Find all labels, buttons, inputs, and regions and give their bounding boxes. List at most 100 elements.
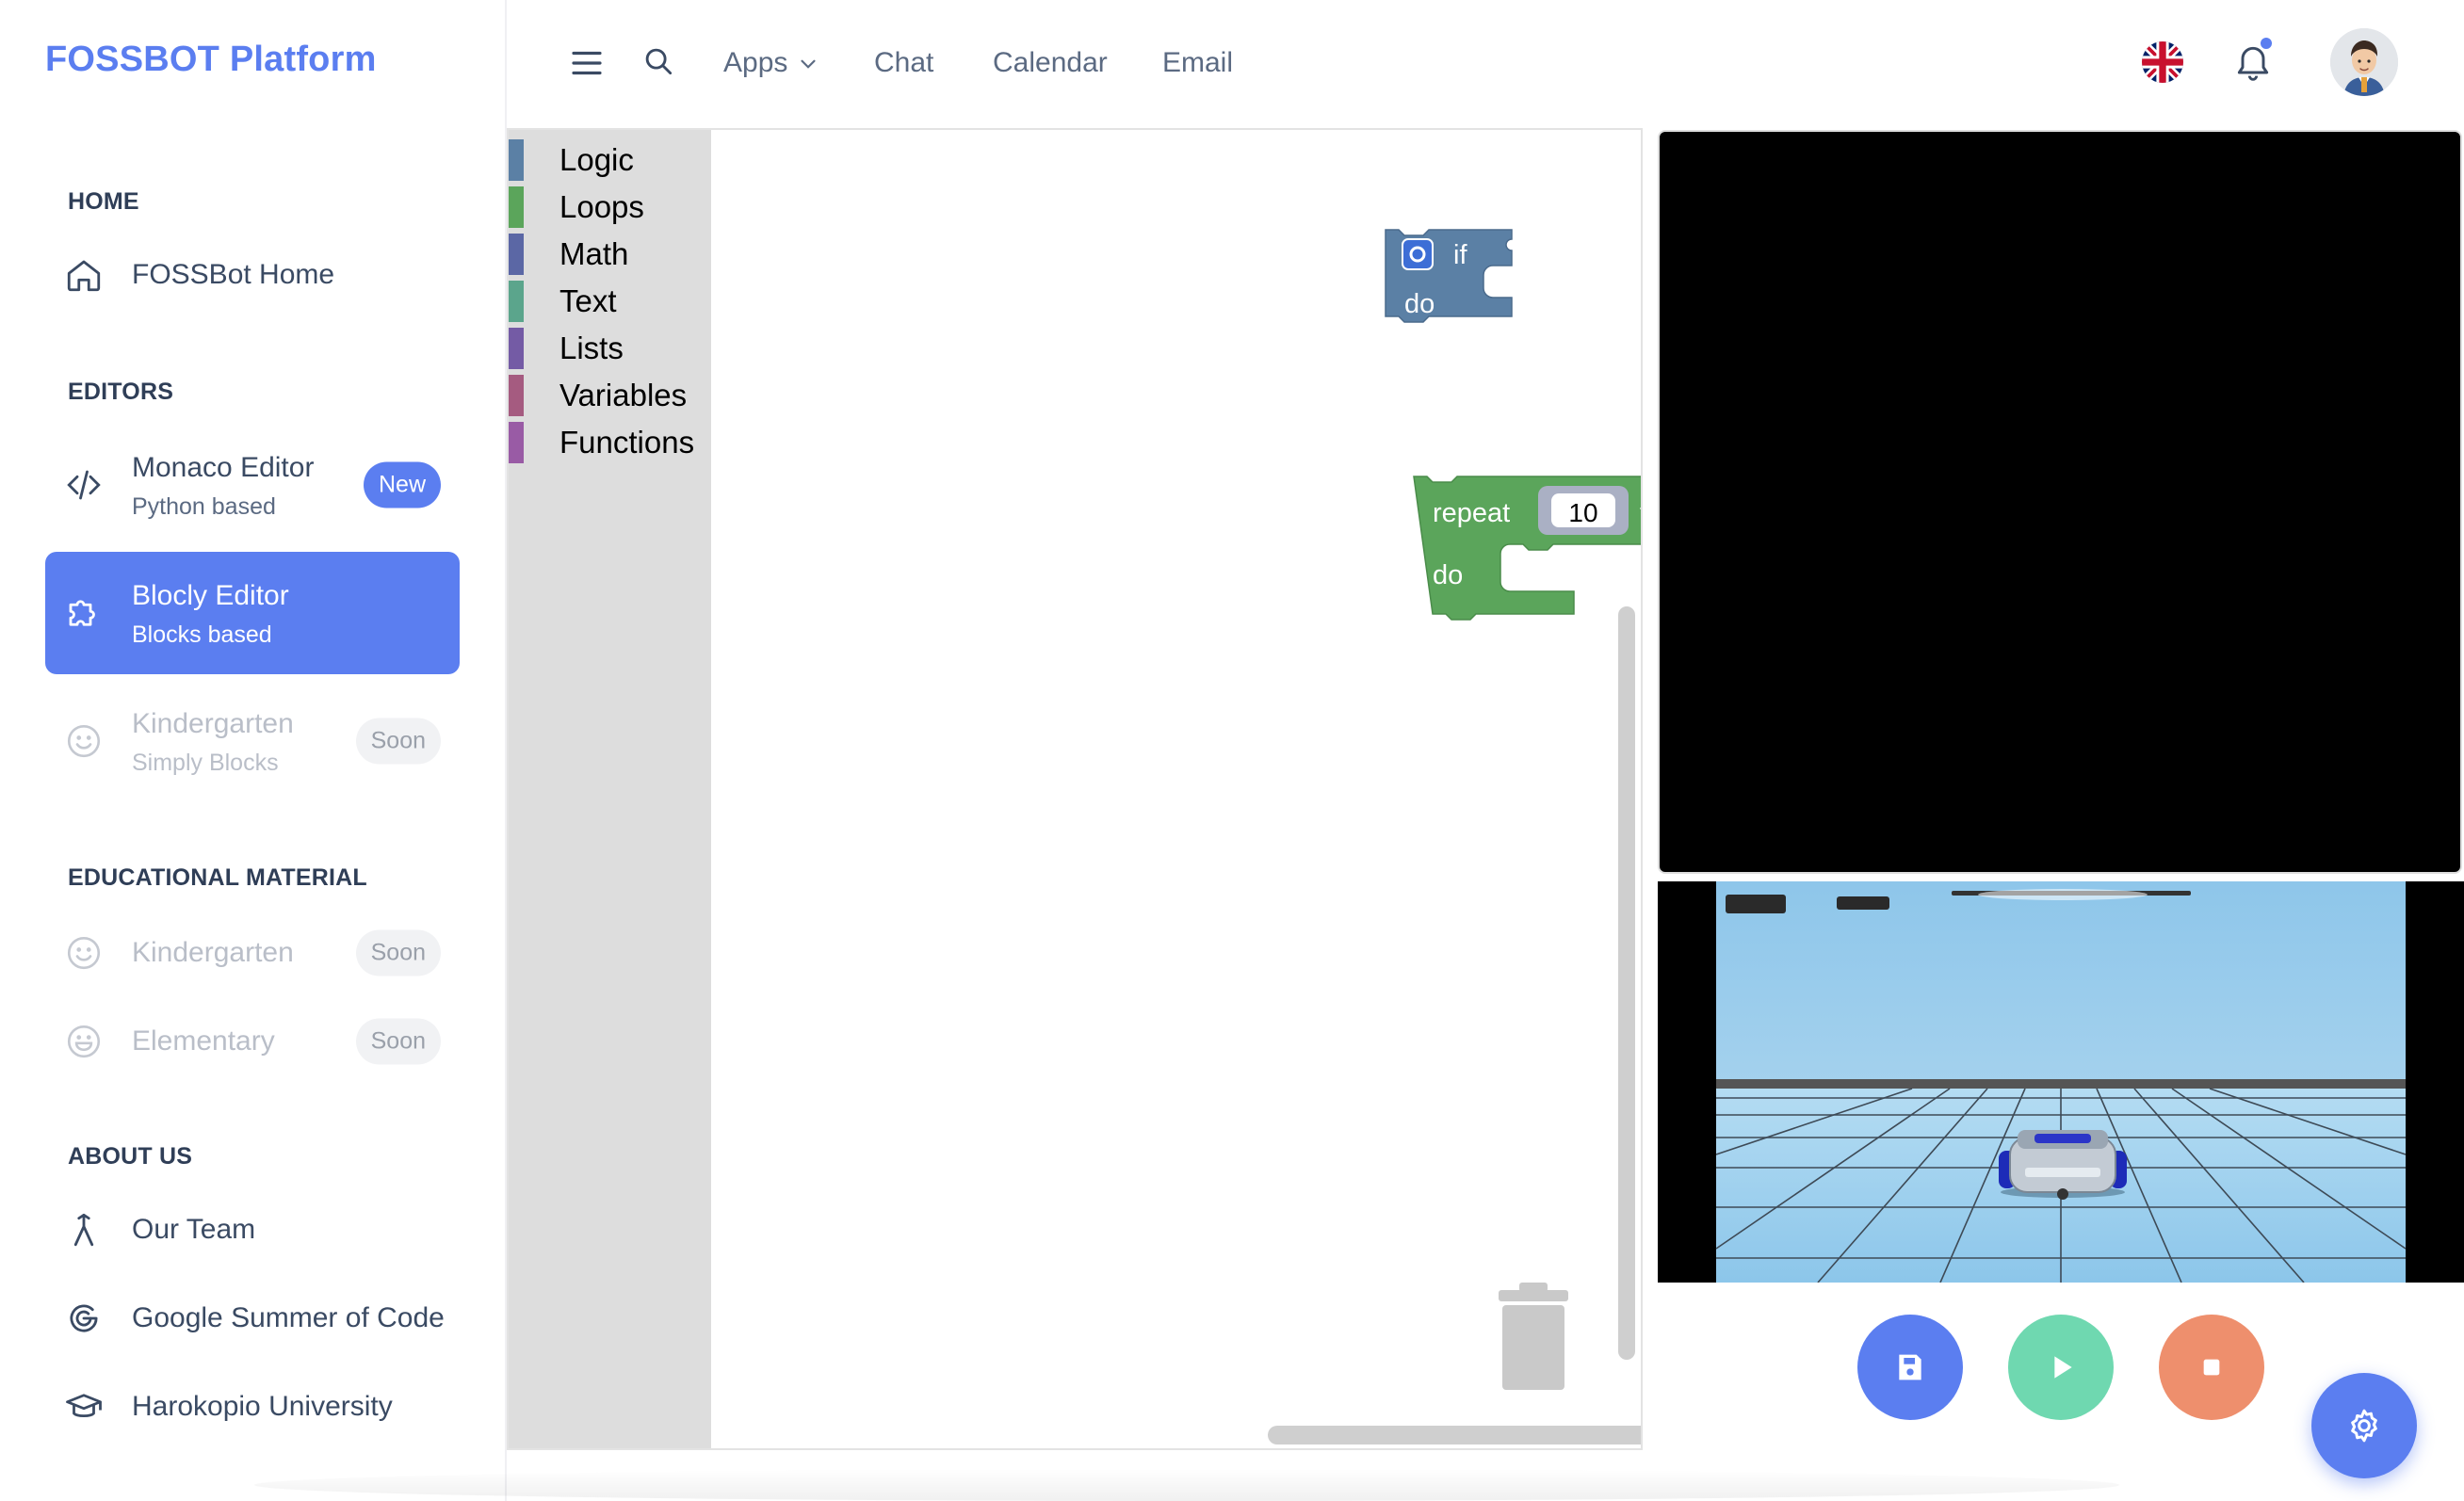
category-label: Logic bbox=[559, 142, 634, 177]
smile-icon bbox=[64, 933, 104, 973]
settings-button[interactable] bbox=[2311, 1373, 2417, 1478]
blockly-workspace[interactable]: if do repeat 10 times do bbox=[711, 130, 1641, 1448]
search-icon[interactable] bbox=[640, 43, 680, 83]
bottom-shadow bbox=[254, 1469, 2119, 1501]
sidebar-item-label: Our Team bbox=[132, 1214, 256, 1245]
menu-icon[interactable] bbox=[567, 43, 607, 83]
chat-link[interactable]: Chat bbox=[874, 47, 933, 79]
repeat-count-field[interactable]: 10 bbox=[1568, 498, 1597, 527]
if-block[interactable]: if do bbox=[1385, 229, 1513, 323]
soon-badge: Soon bbox=[355, 1018, 441, 1065]
puzzle-icon bbox=[64, 593, 104, 633]
home-icon bbox=[64, 255, 104, 295]
soon-badge: Soon bbox=[355, 929, 441, 976]
blockly-editor: Logic Loops Math Text Lists Variables Fu… bbox=[507, 128, 1643, 1450]
category-lists[interactable]: Lists bbox=[509, 328, 624, 369]
save-icon bbox=[1899, 1354, 1921, 1380]
calendar-link[interactable]: Calendar bbox=[993, 47, 1108, 79]
sidebar-item-sublabel: Python based bbox=[132, 493, 276, 520]
sidebar-item-elementary-material: Elementary Soon bbox=[45, 1004, 460, 1079]
repeat-label: repeat bbox=[1433, 498, 1510, 528]
uk-flag-icon[interactable] bbox=[2142, 41, 2183, 83]
do-label: do bbox=[1404, 289, 1435, 319]
category-color-bar bbox=[509, 281, 524, 322]
sidebar-item-blockly-editor[interactable]: Blocly Editor Blocks based bbox=[45, 552, 460, 674]
sidebar-item-label: Elementary bbox=[132, 1025, 275, 1057]
bell-icon[interactable] bbox=[2232, 36, 2274, 83]
google-icon bbox=[64, 1299, 104, 1338]
category-math[interactable]: Math bbox=[509, 234, 628, 275]
do-label: do bbox=[1433, 560, 1463, 590]
camera-view bbox=[1658, 130, 2462, 874]
sidebar-item-label: Kindergarten bbox=[132, 937, 294, 968]
section-home: HOME bbox=[68, 188, 139, 215]
category-label: Loops bbox=[559, 189, 644, 224]
sidebar-item-monaco-editor[interactable]: Monaco Editor Python based New bbox=[45, 424, 460, 546]
trash-icon[interactable] bbox=[1491, 1281, 1576, 1392]
category-label: Lists bbox=[559, 331, 624, 365]
sidebar-item-label: FOSSBot Home bbox=[132, 259, 335, 290]
apps-menu[interactable]: Apps bbox=[723, 47, 820, 79]
sidebar-item-fossbot-home[interactable]: FOSSBot Home bbox=[45, 237, 460, 313]
sidebar: FOSSBOT Platform HOME FOSSBot Home EDITO… bbox=[0, 0, 507, 1501]
new-badge: New bbox=[363, 461, 441, 508]
category-logic[interactable]: Logic bbox=[509, 139, 634, 181]
run-button[interactable] bbox=[2008, 1315, 2114, 1420]
smile-icon bbox=[64, 721, 104, 761]
repeat-block[interactable]: repeat 10 times do bbox=[1413, 476, 1643, 621]
soon-badge: Soon bbox=[355, 718, 441, 765]
sidebar-item-harokopio[interactable]: Harokopio University bbox=[45, 1369, 460, 1445]
category-text[interactable]: Text bbox=[509, 281, 617, 322]
gear-icon[interactable] bbox=[1402, 238, 1434, 270]
section-educational: EDUCATIONAL MATERIAL bbox=[68, 864, 367, 891]
sidebar-item-label: Google Summer of Code bbox=[132, 1302, 445, 1333]
simulator-scene bbox=[1658, 881, 2464, 1283]
sidebar-item-kindergarten-material: Kindergarten Soon bbox=[45, 915, 460, 991]
avatar[interactable] bbox=[2330, 28, 2398, 96]
sidebar-item-label: Monaco Editor bbox=[132, 452, 315, 483]
robot bbox=[1999, 1130, 2127, 1200]
sidebar-item-label: Kindergarten bbox=[132, 708, 294, 739]
category-label: Functions bbox=[559, 425, 695, 460]
category-label: Text bbox=[559, 283, 617, 318]
person-icon bbox=[64, 1210, 104, 1250]
category-functions[interactable]: Functions bbox=[509, 422, 694, 463]
save-button[interactable] bbox=[1857, 1315, 1963, 1420]
horizontal-scrollbar[interactable] bbox=[1268, 1426, 1641, 1445]
graduation-cap-icon bbox=[64, 1387, 104, 1427]
sidebar-item-our-team[interactable]: Our Team bbox=[45, 1192, 460, 1267]
blockly-toolbox: Logic Loops Math Text Lists Variables Fu… bbox=[509, 130, 711, 1448]
vertical-scrollbar[interactable] bbox=[1618, 606, 1635, 1360]
sidebar-item-kindergarten-editor: Kindergarten Simply Blocks Soon bbox=[45, 680, 460, 802]
if-label: if bbox=[1453, 240, 1467, 270]
laugh-icon bbox=[64, 1022, 104, 1061]
category-color-bar bbox=[509, 139, 524, 181]
top-navbar: Apps Chat Calendar Email bbox=[509, 0, 2464, 128]
play-icon bbox=[2054, 1356, 2072, 1379]
category-color-bar bbox=[509, 422, 524, 463]
section-about: ABOUT US bbox=[68, 1143, 193, 1170]
brand-title[interactable]: FOSSBOT Platform bbox=[45, 40, 377, 80]
category-color-bar bbox=[509, 234, 524, 275]
email-link[interactable]: Email bbox=[1162, 47, 1233, 79]
stop-button[interactable] bbox=[2159, 1315, 2264, 1420]
notification-dot bbox=[2259, 36, 2274, 51]
chevron-down-icon bbox=[801, 59, 816, 69]
section-editors: EDITORS bbox=[68, 379, 174, 405]
apps-label: Apps bbox=[723, 47, 788, 78]
category-label: Math bbox=[559, 236, 629, 271]
category-color-bar bbox=[509, 186, 524, 228]
code-icon bbox=[64, 465, 104, 505]
blocks-canvas: if do repeat 10 times do bbox=[1385, 229, 1643, 621]
sidebar-item-gsoc[interactable]: Google Summer of Code bbox=[45, 1281, 460, 1356]
category-loops[interactable]: Loops bbox=[509, 186, 644, 228]
category-color-bar bbox=[509, 328, 524, 369]
category-color-bar bbox=[509, 375, 524, 416]
sidebar-item-sublabel: Blocks based bbox=[132, 621, 272, 648]
sidebar-item-sublabel: Simply Blocks bbox=[132, 750, 279, 776]
sidebar-item-label: Blocly Editor bbox=[132, 580, 289, 611]
category-variables[interactable]: Variables bbox=[509, 375, 687, 416]
sidebar-item-label: Harokopio University bbox=[132, 1391, 393, 1422]
category-label: Variables bbox=[559, 378, 688, 412]
robot-simulator-view[interactable] bbox=[1658, 881, 2464, 1283]
